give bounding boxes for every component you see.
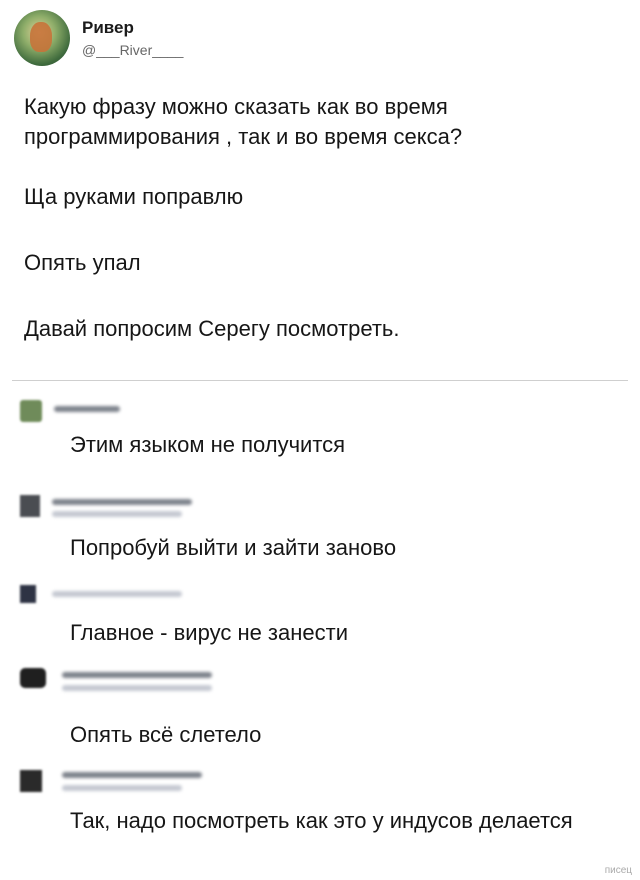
reply-avatar[interactable]	[20, 585, 36, 603]
reply-avatar[interactable]	[20, 495, 40, 517]
reply-username-blurred	[62, 672, 212, 678]
author-info: Ривер @___River____	[82, 18, 183, 58]
reply-text: Этим языком не получится	[70, 432, 346, 457]
post-body: Какую фразу можно сказать как во время п…	[24, 92, 614, 344]
reply-username-blurred	[62, 772, 202, 778]
reply-avatar[interactable]	[20, 770, 42, 792]
author-handle[interactable]: @___River____	[82, 42, 183, 58]
reply-username-blurred	[52, 591, 182, 597]
avatar[interactable]	[14, 10, 70, 66]
author-name[interactable]: Ривер	[82, 18, 183, 38]
post-answer-1: Ща руками поправлю	[24, 184, 244, 209]
reply-text: Опять всё слетело	[70, 722, 262, 747]
post-question: Какую фразу можно сказать как во время п…	[24, 94, 463, 149]
reply-text: Главное - вирус не занести	[70, 620, 349, 645]
reply-handle-blurred	[62, 685, 212, 691]
reply-handle-blurred	[62, 785, 182, 791]
watermark: писец	[604, 865, 632, 876]
post-answer-2: Опять упал	[24, 250, 141, 275]
reply-avatar[interactable]	[20, 400, 42, 422]
reply-avatar[interactable]	[20, 668, 46, 688]
divider	[12, 380, 628, 381]
post-answer-3: Давай попросим Серегу посмотреть.	[24, 316, 400, 341]
tweet-header: Ривер @___River____	[14, 10, 183, 66]
reply-text: Так, надо посмотреть как это у индусов д…	[70, 808, 573, 833]
reply-username-blurred	[52, 499, 192, 505]
reply-text: Попробуй выйти и зайти заново	[70, 535, 397, 560]
reply-username-blurred	[54, 406, 120, 412]
reply-handle-blurred	[52, 511, 182, 517]
